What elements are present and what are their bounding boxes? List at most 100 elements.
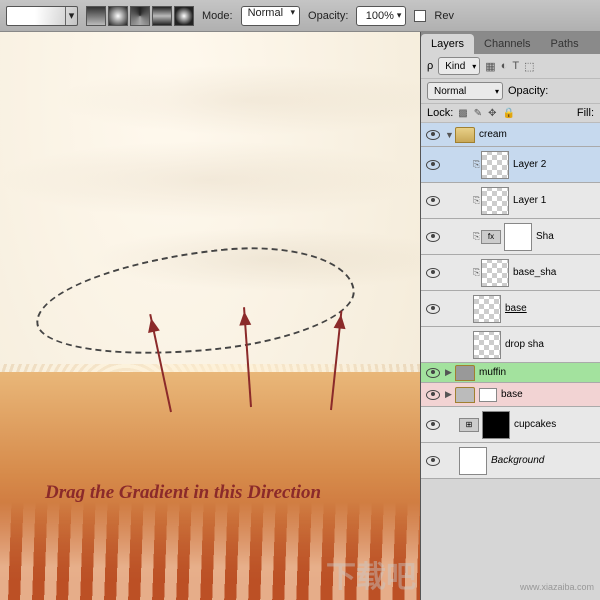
visibility-toggle[interactable] — [421, 304, 445, 314]
blend-mode-select[interactable]: Normal — [241, 6, 300, 26]
chevron-down-icon[interactable]: ▾ — [65, 7, 77, 25]
filter-type-icon[interactable]: T — [512, 60, 519, 73]
folder-icon — [455, 127, 475, 143]
visibility-toggle[interactable] — [421, 420, 445, 430]
layer-name[interactable]: drop sha — [505, 339, 596, 350]
annotation-text: Drag the Gradient in this Direction — [45, 482, 321, 504]
link-icon: ⎘ — [473, 231, 481, 242]
layer-name[interactable]: Layer 1 — [513, 195, 596, 206]
visibility-toggle[interactable] — [421, 196, 445, 206]
tab-paths[interactable]: Paths — [541, 34, 589, 54]
layer-name[interactable]: Background — [491, 455, 596, 466]
layer-name[interactable]: Layer 2 — [513, 159, 596, 170]
gradient-preset-picker[interactable]: ▾ — [6, 6, 78, 26]
folder-icon — [455, 387, 475, 403]
filter-shape-icon[interactable]: ⬚ — [524, 60, 534, 73]
opacity-input[interactable]: 100% — [356, 6, 406, 26]
reverse-label: Rev — [434, 10, 454, 22]
visibility-toggle[interactable] — [421, 160, 445, 170]
eye-icon — [426, 160, 440, 170]
layer-thumbnail — [473, 331, 501, 359]
document-canvas[interactable]: Drag the Gradient in this Direction 下载吧 — [0, 32, 420, 600]
filter-kind-select[interactable]: Kind — [438, 57, 480, 75]
blend-row: Normal Opacity: — [421, 79, 600, 104]
linear-gradient-button[interactable] — [86, 6, 106, 26]
layer-thumbnail — [473, 295, 501, 323]
mask-thumbnail — [482, 411, 510, 439]
panel-tabs: Layers Channels Paths — [421, 32, 600, 54]
tab-channels[interactable]: Channels — [474, 34, 540, 54]
visibility-toggle[interactable] — [421, 390, 445, 400]
layer-cupcakes[interactable]: ⊞ cupcakes — [421, 407, 600, 443]
layer-shadows[interactable]: ⎘ fx Sha — [421, 219, 600, 255]
filter-adjust-icon[interactable]: ◐ — [501, 60, 508, 73]
lock-transparency-icon[interactable]: ▩ — [458, 108, 467, 119]
layer-name[interactable]: base — [505, 303, 596, 314]
visibility-toggle[interactable] — [421, 456, 445, 466]
eye-icon — [426, 268, 440, 278]
eye-icon — [426, 390, 440, 400]
smartobj-icon: fx — [481, 230, 501, 244]
layer-group-muffin[interactable]: ▶ muffin — [421, 363, 600, 383]
link-icon: ⎘ — [473, 195, 481, 206]
layers-list[interactable]: ▼ cream ⎘ Layer 2 ⎘ Layer 1 ⎘ fx Sha — [421, 123, 600, 583]
eye-icon — [426, 232, 440, 242]
layer-opacity-label: Opacity: — [508, 85, 548, 97]
lock-paint-icon[interactable]: ✎ — [474, 108, 482, 119]
visibility-toggle[interactable] — [421, 130, 445, 140]
layer-base[interactable]: base — [421, 291, 600, 327]
disclosure-icon[interactable]: ▼ — [445, 130, 455, 140]
eye-icon — [426, 196, 440, 206]
radial-gradient-button[interactable] — [108, 6, 128, 26]
layer-group-cream[interactable]: ▼ cream — [421, 123, 600, 147]
disclosure-icon[interactable]: ▶ — [445, 367, 455, 378]
layer-thumbnail — [481, 151, 509, 179]
layer-name[interactable]: Sha — [536, 231, 596, 242]
lock-all-icon[interactable]: 🔒 — [503, 108, 515, 119]
gradient-type-buttons — [86, 6, 194, 26]
layer-layer1[interactable]: ⎘ Layer 1 — [421, 183, 600, 219]
mask-thumbnail — [479, 388, 497, 402]
fill-label: Fill: — [577, 107, 594, 119]
layer-blend-select[interactable]: Normal — [427, 82, 503, 100]
layer-name[interactable]: base_sha — [513, 267, 596, 278]
layer-background[interactable]: Background — [421, 443, 600, 479]
options-bar: ▾ Mode: Normal Opacity: 100% Rev — [0, 0, 600, 32]
mode-label: Mode: — [202, 10, 233, 22]
eye-icon — [426, 304, 440, 314]
opacity-label: Opacity: — [308, 10, 348, 22]
layer-base-sha[interactable]: ⎘ base_sha — [421, 255, 600, 291]
smartobj-icon: ⊞ — [459, 418, 479, 432]
layer-group-base[interactable]: ▶ base — [421, 383, 600, 407]
layer-thumbnail — [481, 259, 509, 287]
layer-layer2[interactable]: ⎘ Layer 2 — [421, 147, 600, 183]
diamond-gradient-button[interactable] — [174, 6, 194, 26]
lock-position-icon[interactable]: ✥ — [488, 108, 496, 119]
filter-pixel-icon[interactable]: ▦ — [485, 60, 495, 73]
kind-symbol: ρ — [427, 60, 433, 72]
eye-icon — [426, 456, 440, 466]
layer-thumbnail — [459, 447, 487, 475]
eye-icon — [426, 420, 440, 430]
layer-name[interactable]: cupcakes — [514, 419, 596, 430]
layer-thumbnail — [481, 187, 509, 215]
watermark-logo: 下载吧 — [326, 552, 416, 596]
eye-icon — [426, 368, 440, 378]
eye-icon — [426, 130, 440, 140]
layer-name[interactable]: cream — [479, 129, 596, 140]
disclosure-icon[interactable]: ▶ — [445, 389, 455, 400]
lock-label: Lock: — [427, 107, 453, 119]
reflected-gradient-button[interactable] — [152, 6, 172, 26]
layer-name[interactable]: base — [501, 389, 596, 400]
visibility-toggle[interactable] — [421, 368, 445, 378]
visibility-toggle[interactable] — [421, 268, 445, 278]
layer-drop-sha[interactable]: drop sha — [421, 327, 600, 363]
visibility-toggle[interactable] — [421, 232, 445, 242]
watermark-url: www.xiazaiba.com — [520, 582, 594, 592]
reverse-checkbox[interactable] — [414, 10, 426, 22]
tab-layers[interactable]: Layers — [421, 34, 474, 54]
mask-thumbnail — [504, 223, 532, 251]
layer-name[interactable]: muffin — [479, 367, 596, 378]
lock-row: Lock: ▩ ✎ ✥ 🔒 Fill: — [421, 104, 600, 123]
angle-gradient-button[interactable] — [130, 6, 150, 26]
